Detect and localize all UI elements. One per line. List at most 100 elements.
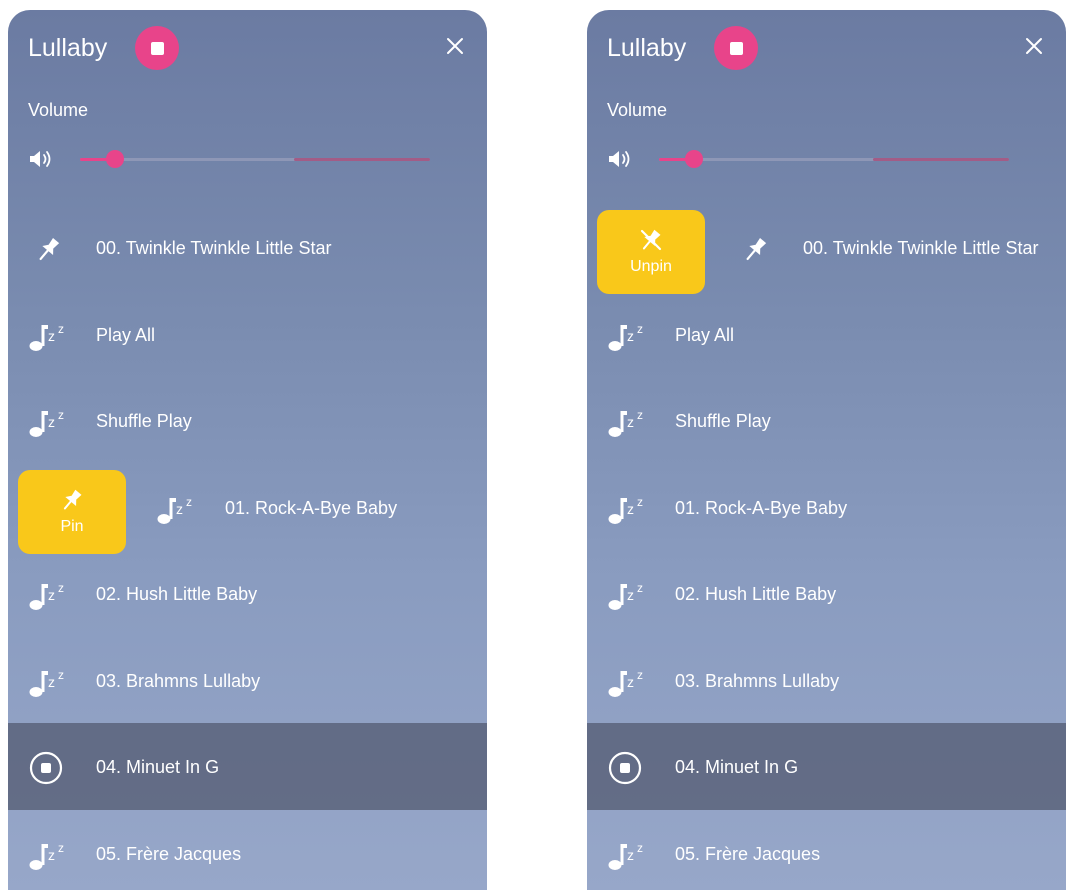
svg-text:z: z xyxy=(637,841,643,855)
song-title: Play All xyxy=(675,324,735,345)
song-row[interactable]: z z Shuffle Play xyxy=(587,377,1066,464)
volume-label: Volume xyxy=(28,100,89,120)
music-sleep-icon: zz xyxy=(607,665,649,699)
pin-icon xyxy=(735,232,777,266)
music-sleep-icon: zz xyxy=(28,319,70,353)
song-title: 01. Rock-A-Bye Baby xyxy=(225,497,398,518)
stop-icon xyxy=(150,41,164,55)
volume-thumb[interactable] xyxy=(685,150,703,168)
music-sleep-icon: zz xyxy=(607,838,649,872)
panel-header: Lullaby xyxy=(587,10,1066,80)
svg-text:z: z xyxy=(48,674,55,690)
svg-text:z: z xyxy=(637,408,643,422)
speaker-icon xyxy=(609,151,630,167)
svg-text:z: z xyxy=(58,322,64,336)
song-title: Shuffle Play xyxy=(96,411,192,431)
song-row[interactable]: z z Play All xyxy=(587,291,1066,378)
stop-playback-button[interactable] xyxy=(714,26,758,70)
song-title: 03. Brahmns Lullaby xyxy=(675,670,840,691)
volume-label: Volume xyxy=(607,100,668,120)
song-title: 04. Minuet In G xyxy=(96,757,220,777)
music-sleep-icon: zz xyxy=(28,665,70,699)
song-title: 04. Minuet In G xyxy=(675,757,799,777)
pin-icon xyxy=(28,232,70,266)
volume-buffer xyxy=(293,158,430,161)
song-title: 02. Hush Little Baby xyxy=(675,584,837,604)
volume-thumb[interactable] xyxy=(106,150,124,168)
music-sleep-icon: zz xyxy=(28,838,70,872)
svg-text:z: z xyxy=(637,495,643,509)
unpin-button[interactable]: Unpin xyxy=(597,210,705,294)
svg-text:z: z xyxy=(48,328,55,344)
song-title: 00. Twinkle Twinkle Little Star xyxy=(803,238,1039,258)
song-title: Shuffle Play xyxy=(675,411,771,431)
song-row[interactable]: z z 01. Rock-A-Bye Baby xyxy=(587,464,1066,551)
music-sleep-icon: zz xyxy=(607,319,649,353)
song-title: Play All xyxy=(96,324,156,345)
song-title: 05. Frère Jacques xyxy=(96,843,242,864)
swipe-action-label: Unpin xyxy=(630,258,672,275)
close-icon[interactable] xyxy=(443,34,467,58)
pin-button[interactable]: Pin xyxy=(18,469,126,554)
svg-text:z: z xyxy=(627,587,634,603)
song-row[interactable]: z z 05. Frère Jacques xyxy=(8,810,487,890)
swipe-action-label: Pin xyxy=(60,517,84,535)
song-row[interactable]: z z 03. Brahmns Lullaby xyxy=(8,637,487,724)
stop-circle-icon[interactable] xyxy=(28,751,70,785)
close-icon[interactable] xyxy=(1022,34,1046,58)
song-title: 02. Hush Little Baby xyxy=(96,584,258,604)
svg-text:z: z xyxy=(48,587,55,603)
stop-circle-icon[interactable] xyxy=(607,751,649,785)
speaker-icon xyxy=(30,151,51,167)
svg-text:z: z xyxy=(176,501,183,517)
music-sleep-icon: zz xyxy=(607,578,649,612)
song-title: 01. Rock-A-Bye Baby xyxy=(675,497,848,518)
song-row[interactable]: Unpin 00. Twinkle Twinkle Little Star xyxy=(587,204,1066,294)
svg-text:z: z xyxy=(48,414,55,430)
svg-text:z: z xyxy=(58,581,64,595)
svg-text:z: z xyxy=(627,501,634,517)
svg-text:z: z xyxy=(58,841,64,855)
song-title: 05. Frère Jacques xyxy=(675,843,821,864)
song-title: 00. Twinkle Twinkle Little Star xyxy=(96,238,332,258)
song-row[interactable]: 00. Twinkle Twinkle Little Star xyxy=(8,204,487,291)
panel-header: Lullaby xyxy=(8,10,487,80)
svg-text:z: z xyxy=(637,581,643,595)
music-sleep-icon: zz xyxy=(156,492,198,526)
svg-text:z: z xyxy=(637,668,643,682)
volume-buffer xyxy=(872,158,1009,161)
song-row[interactable]: z z 05. Frère Jacques xyxy=(587,810,1066,890)
song-row[interactable]: z z 02. Hush Little Baby xyxy=(8,550,487,637)
song-list: 00. Twinkle Twinkle Little Star z z Play Al… xyxy=(8,204,487,890)
song-row[interactable]: z z Shuffle Play xyxy=(8,377,487,464)
music-sleep-icon: zz xyxy=(28,405,70,439)
song-row[interactable]: Pin z z 01. Rock-A-Bye Baby xyxy=(8,464,487,554)
svg-text:z: z xyxy=(627,674,634,690)
stop-playback-button[interactable] xyxy=(135,26,179,70)
song-title: 03. Brahmns Lullaby xyxy=(96,670,261,691)
pin-icon xyxy=(63,489,82,509)
volume-slider[interactable] xyxy=(80,150,430,168)
svg-text:z: z xyxy=(48,847,55,863)
svg-text:z: z xyxy=(58,408,64,422)
svg-text:z: z xyxy=(627,328,634,344)
lullaby-panel-right: Lullaby Volume Unpin 00. Twinkle Twinkle … xyxy=(587,10,1066,890)
lullaby-panel-left: Lullaby Volume 00. Twinkle Twinkle Littl… xyxy=(8,10,487,890)
unpin-icon xyxy=(640,229,662,251)
panel-title: Lullaby xyxy=(28,34,108,62)
svg-text:z: z xyxy=(58,668,64,682)
song-row[interactable]: z z 03. Brahmns Lullaby xyxy=(587,637,1066,724)
song-row[interactable]: z z 02. Hush Little Baby xyxy=(587,550,1066,637)
volume-slider[interactable] xyxy=(659,150,1009,168)
music-sleep-icon: zz xyxy=(607,492,649,526)
stop-icon xyxy=(729,41,743,55)
song-row[interactable]: 04. Minuet In G xyxy=(587,723,1066,810)
svg-text:z: z xyxy=(186,495,192,509)
panel-title: Lullaby xyxy=(607,34,687,62)
song-list: Unpin 00. Twinkle Twinkle Little Star z z Pl… xyxy=(587,204,1066,890)
music-sleep-icon: zz xyxy=(28,578,70,612)
song-row[interactable]: 04. Minuet In G xyxy=(8,723,487,810)
svg-text:z: z xyxy=(627,414,634,430)
svg-text:z: z xyxy=(637,322,643,336)
song-row[interactable]: z z Play All xyxy=(8,291,487,378)
